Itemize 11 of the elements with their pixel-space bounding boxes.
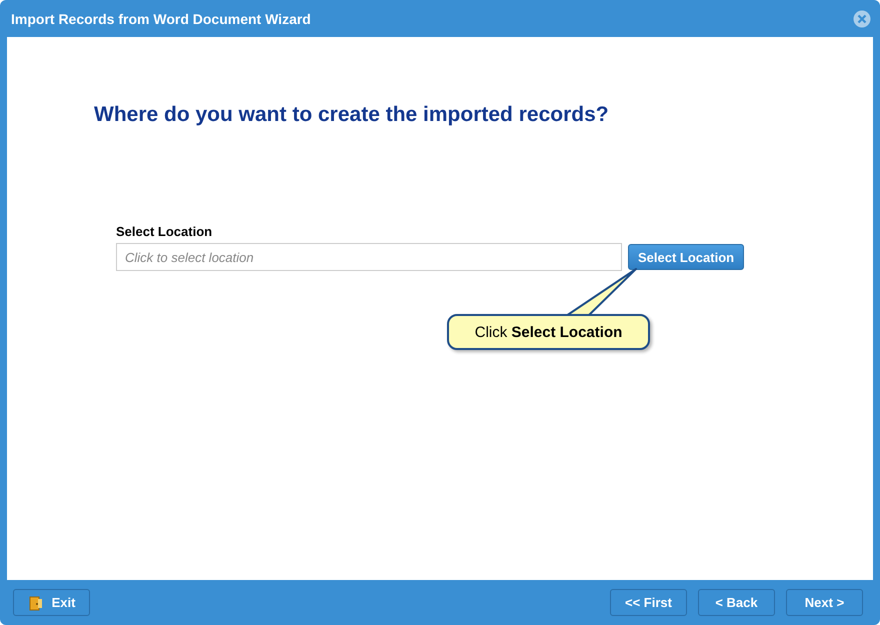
- close-icon[interactable]: [853, 10, 871, 28]
- nav-button[interactable]: Next >: [786, 589, 863, 616]
- window-title: Import Records from Word Document Wizard: [11, 10, 311, 26]
- field-label: Select Location: [116, 224, 212, 239]
- nav-button[interactable]: < Back: [698, 589, 775, 616]
- select-location-button[interactable]: Select Location: [628, 244, 744, 270]
- door-icon: [28, 594, 44, 610]
- location-field[interactable]: Click to select location: [116, 243, 622, 271]
- page-heading: Where do you want to create the imported records?: [94, 103, 609, 127]
- exit-button[interactable]: Exit: [13, 589, 90, 616]
- nav-button[interactable]: << First: [610, 589, 687, 616]
